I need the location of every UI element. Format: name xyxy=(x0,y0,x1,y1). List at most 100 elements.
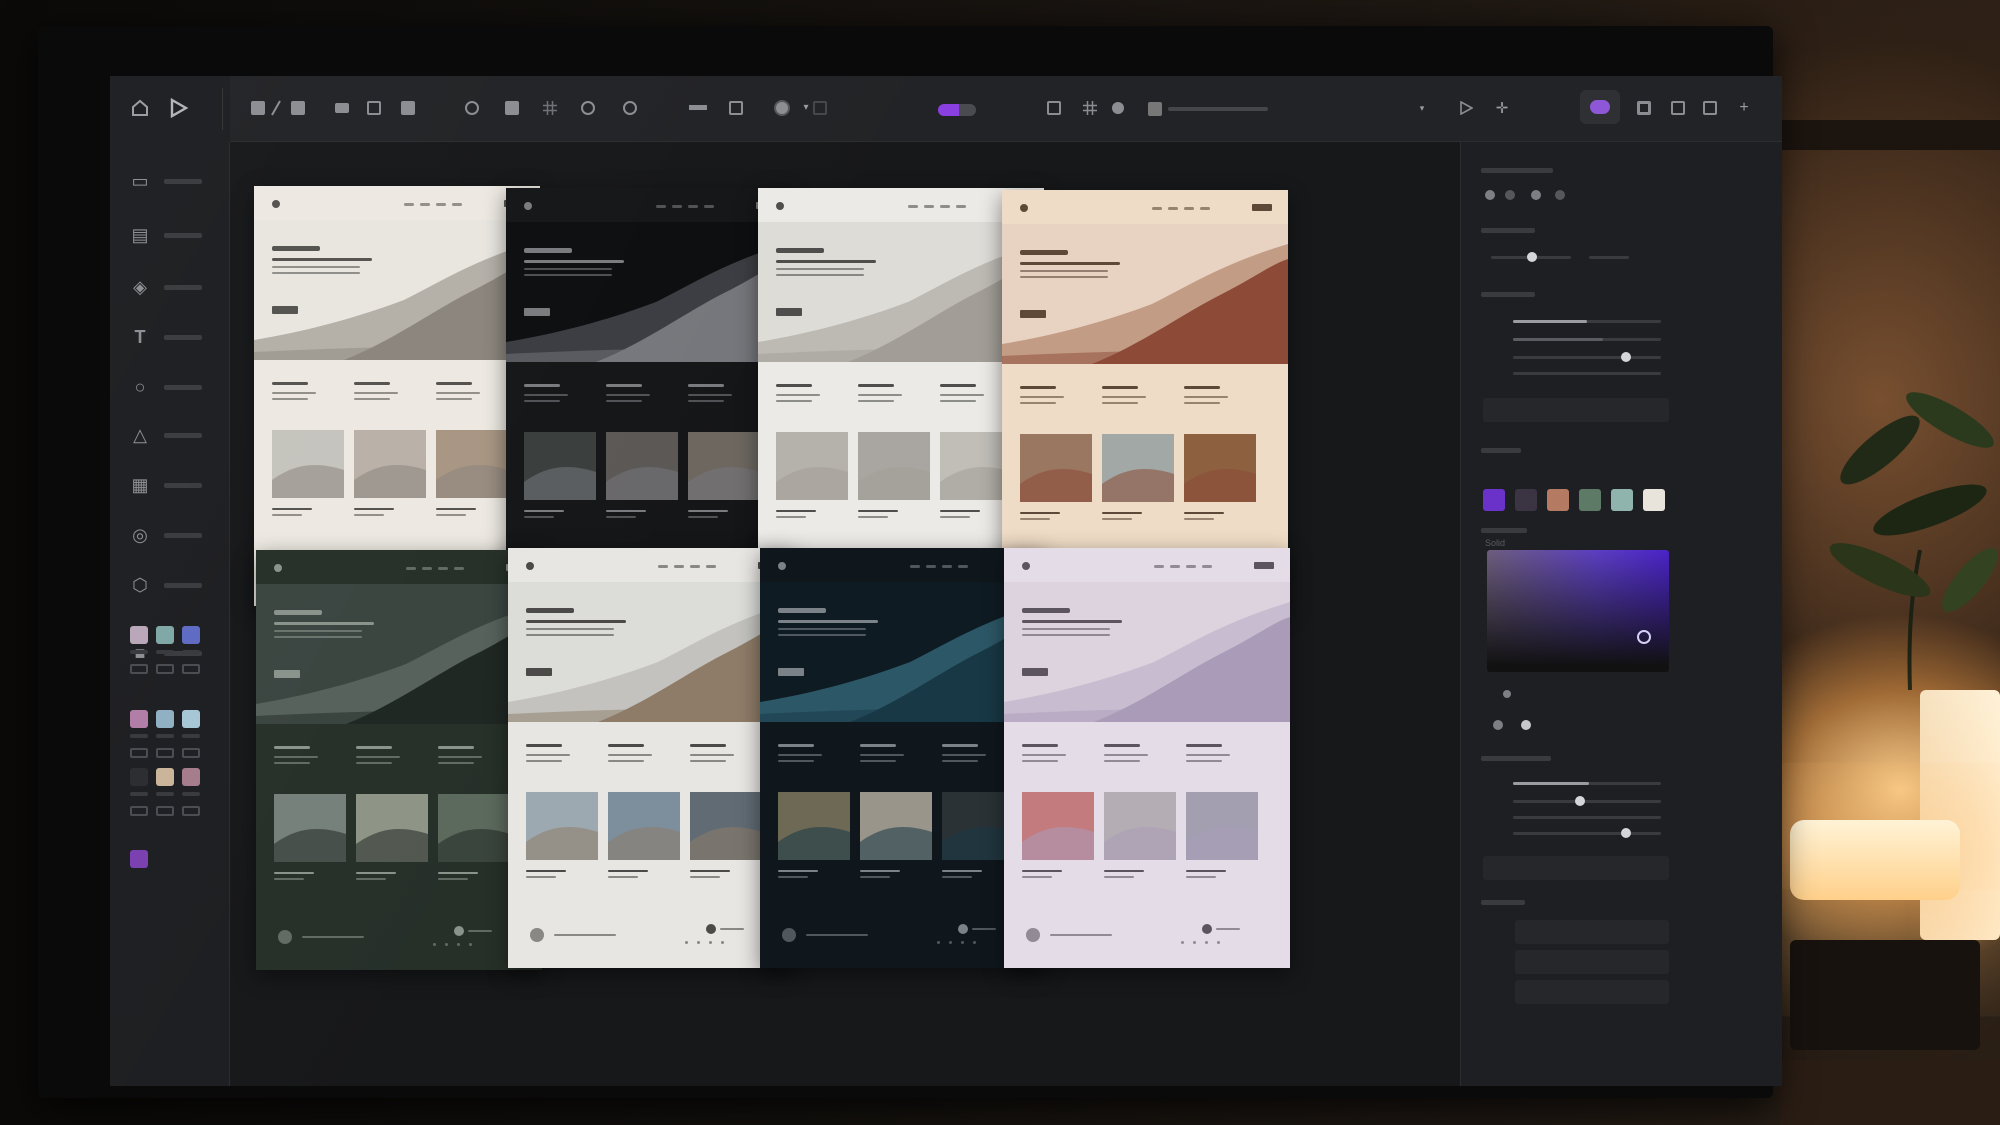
nav-link[interactable] xyxy=(926,565,936,568)
pen-icon[interactable] xyxy=(264,96,288,120)
sidebar-item-table[interactable]: ▦ xyxy=(130,474,220,496)
layer-row-2[interactable] xyxy=(1515,950,1669,974)
nav-link[interactable] xyxy=(958,565,968,568)
logo-icon[interactable] xyxy=(1022,562,1030,570)
gallery-thumbnail[interactable] xyxy=(526,792,598,860)
rect-icon[interactable] xyxy=(286,96,310,120)
effect-slider-2[interactable] xyxy=(1513,796,1661,806)
opacity-slider[interactable] xyxy=(1513,320,1661,323)
gallery-thumbnail[interactable] xyxy=(436,430,508,498)
palette-swatch[interactable] xyxy=(1483,489,1505,511)
frame-icon[interactable] xyxy=(1632,96,1656,120)
gallery-thumbnail[interactable] xyxy=(778,792,850,860)
mode-pill-icon[interactable] xyxy=(1580,90,1620,124)
logo-icon[interactable] xyxy=(272,200,280,208)
nav-link[interactable] xyxy=(1170,565,1180,568)
align-dot[interactable] xyxy=(1555,190,1565,200)
gallery-thumbnail[interactable] xyxy=(274,794,346,862)
gallery-thumbnail[interactable] xyxy=(860,792,932,860)
gallery-thumbnail[interactable] xyxy=(1104,792,1176,860)
page-indicator[interactable] xyxy=(961,941,964,944)
circle-fill-icon[interactable] xyxy=(770,96,794,120)
nav-link[interactable] xyxy=(956,205,966,208)
pager-dot[interactable] xyxy=(454,926,464,936)
gallery-thumbnail[interactable] xyxy=(858,432,930,500)
minus-bar-icon[interactable] xyxy=(686,96,710,120)
page-indicator[interactable] xyxy=(709,941,712,944)
page-indicator[interactable] xyxy=(721,941,724,944)
nav-link[interactable] xyxy=(658,565,668,568)
template-card-light-mountain[interactable] xyxy=(254,186,540,606)
swatch-toggle[interactable] xyxy=(130,664,148,674)
nav-link[interactable] xyxy=(420,203,430,206)
effect-slider-4[interactable] xyxy=(1513,828,1661,838)
hue-dot[interactable] xyxy=(1503,690,1511,698)
blur-slider[interactable] xyxy=(1513,338,1661,341)
gallery-thumbnail[interactable] xyxy=(272,430,344,498)
radius-slider[interactable] xyxy=(1513,352,1661,362)
hero-button[interactable] xyxy=(778,668,804,676)
swatch-toggle[interactable] xyxy=(182,806,200,816)
nav-link[interactable] xyxy=(452,203,462,206)
nav-link[interactable] xyxy=(406,567,416,570)
sidebar-item-text[interactable]: T xyxy=(130,326,220,348)
palette-swatch[interactable] xyxy=(1515,489,1537,511)
shadow-slider[interactable] xyxy=(1513,372,1661,375)
sidebar-swatch-accent[interactable] xyxy=(130,850,148,868)
eyedropper-dot[interactable] xyxy=(1493,720,1503,730)
pager-dot[interactable] xyxy=(706,924,716,934)
gallery-thumbnail[interactable] xyxy=(524,432,596,500)
field-chevron-icon[interactable]: ▾ xyxy=(1410,96,1434,120)
picker-knob[interactable] xyxy=(1637,630,1651,644)
hero-button[interactable] xyxy=(524,308,550,316)
nav-link[interactable] xyxy=(1168,207,1178,210)
radial-icon[interactable] xyxy=(576,96,600,120)
effect-slider-1[interactable] xyxy=(1513,782,1661,785)
sidebar-item-layers[interactable]: ◈ xyxy=(130,276,220,298)
sidebar-swatch[interactable] xyxy=(130,768,148,786)
mode-dot[interactable] xyxy=(1521,720,1531,730)
gallery-thumbnail[interactable] xyxy=(776,432,848,500)
fill-dropdown[interactable] xyxy=(1483,398,1669,422)
page-indicator[interactable] xyxy=(469,943,472,946)
nav-button[interactable] xyxy=(1254,562,1274,569)
nav-link[interactable] xyxy=(706,565,716,568)
circle-target-icon[interactable] xyxy=(460,96,484,120)
sidebar-swatch[interactable] xyxy=(156,710,174,728)
page-indicator[interactable] xyxy=(685,941,688,944)
palette-swatch[interactable] xyxy=(1611,489,1633,511)
gallery-thumbnail[interactable] xyxy=(1022,792,1094,860)
layer-row-1[interactable] xyxy=(1515,920,1669,944)
template-card-desert-mountain[interactable] xyxy=(1002,190,1288,610)
nav-link[interactable] xyxy=(436,203,446,206)
nav-link[interactable] xyxy=(1152,207,1162,210)
gallery-thumbnail[interactable] xyxy=(1102,434,1174,502)
dot-icon[interactable] xyxy=(1106,96,1130,120)
zoom-field[interactable] xyxy=(1148,102,1298,116)
page-indicator[interactable] xyxy=(1217,941,1220,944)
template-card-lavender-snow[interactable] xyxy=(1004,548,1290,968)
color-square-icon[interactable] xyxy=(808,96,832,120)
hero-button[interactable] xyxy=(526,668,552,676)
nav-link[interactable] xyxy=(1202,565,1212,568)
gallery-thumbnail[interactable] xyxy=(438,794,510,862)
layer-row-3[interactable] xyxy=(1515,980,1669,1004)
nav-link[interactable] xyxy=(910,565,920,568)
nav-link[interactable] xyxy=(656,205,666,208)
gallery-thumbnail[interactable] xyxy=(1186,792,1258,860)
page-indicator[interactable] xyxy=(457,943,460,946)
square-icon[interactable] xyxy=(1042,96,1066,120)
home-icon[interactable] xyxy=(128,96,152,120)
swatch-toggle[interactable] xyxy=(156,748,174,758)
hero-button[interactable] xyxy=(776,308,802,316)
gallery-thumbnail[interactable] xyxy=(606,432,678,500)
nav-link[interactable] xyxy=(942,565,952,568)
gallery-thumbnail[interactable] xyxy=(356,794,428,862)
page-indicator[interactable] xyxy=(973,941,976,944)
swatch-toggle[interactable] xyxy=(156,664,174,674)
page-indicator[interactable] xyxy=(1193,941,1196,944)
nav-link[interactable] xyxy=(690,565,700,568)
nav-link[interactable] xyxy=(404,203,414,206)
sidebar-item-plugin[interactable]: ⬡ xyxy=(130,574,220,596)
sidebar-swatch[interactable] xyxy=(130,710,148,728)
